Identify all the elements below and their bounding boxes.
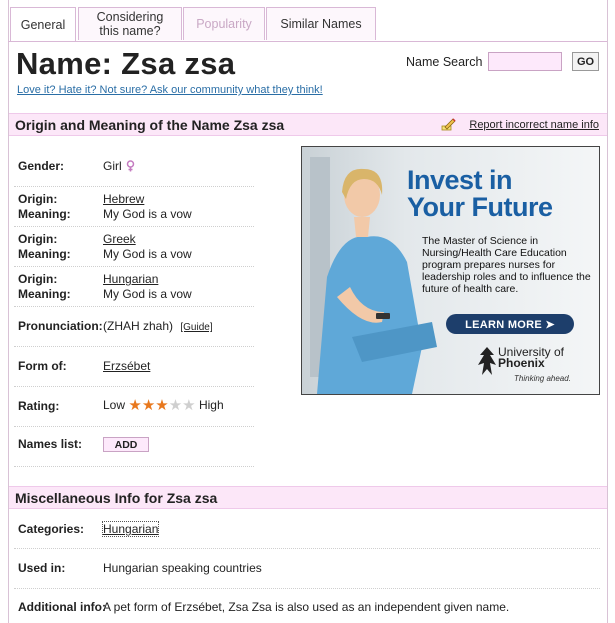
pronunciation-label: Pronunciation: xyxy=(18,319,103,333)
gender-label: Gender: xyxy=(18,159,65,173)
community-link[interactable]: Love it? Hate it? Not sure? Ask our comm… xyxy=(17,84,323,96)
meaning-label: Meaning: xyxy=(18,207,71,221)
meaning-value: My God is a vow xyxy=(103,247,192,261)
report-incorrect-link[interactable]: Report incorrect name info xyxy=(469,119,599,131)
rating-high-label: High xyxy=(198,398,224,412)
tab-considering[interactable]: Considering this name? xyxy=(78,7,182,40)
ad-headline: Invest in Your Future xyxy=(407,167,553,221)
origin-link-hebrew[interactable]: Hebrew xyxy=(103,192,144,206)
meaning-label: Meaning: xyxy=(18,287,71,301)
form-of-label: Form of: xyxy=(18,359,67,373)
names-list-label: Names list: xyxy=(18,437,83,451)
tab-considering-label: Considering this name? xyxy=(96,10,164,38)
additional-info-row: Additional info: A pet form of Erzsébet,… xyxy=(14,588,600,622)
female-icon xyxy=(126,160,134,172)
tab-popularity-label: Popularity xyxy=(196,17,252,31)
used-in-value: Hungarian speaking countries xyxy=(103,561,262,575)
rating-low-label: Low xyxy=(103,398,126,412)
go-button[interactable]: GO xyxy=(572,52,599,71)
misc-section-header: Miscellaneous Info for Zsa zsa xyxy=(9,486,607,509)
star-empty-icon[interactable]: ★ xyxy=(182,398,195,413)
pronunciation-value: (ZHAH zhah) xyxy=(103,319,174,333)
add-to-list-button[interactable]: ADD xyxy=(103,437,149,452)
tab-similar-names[interactable]: Similar Names xyxy=(266,7,376,40)
origin-link-greek[interactable]: Greek xyxy=(103,232,136,246)
tab-general[interactable]: General xyxy=(10,7,76,41)
origin-section-header: Origin and Meaning of the Name Zsa zsa R… xyxy=(9,113,607,136)
meaning-label: Meaning: xyxy=(18,247,71,261)
gender-value: Girl xyxy=(103,159,122,173)
pencil-icon xyxy=(441,118,456,131)
gender-row: Gender: Girl xyxy=(14,146,254,187)
gender-value-wrap: Girl xyxy=(103,159,135,173)
origin-label: Origin: xyxy=(18,192,58,206)
star-filled-icon[interactable]: ★ xyxy=(155,398,168,413)
categories-label: Categories: xyxy=(18,522,85,536)
ad-body: The Master of Science in Nursing/Health … xyxy=(422,235,591,295)
star-empty-icon[interactable]: ★ xyxy=(169,398,182,413)
ad-headline-1: Invest in xyxy=(407,165,513,195)
used-in-row: Used in: Hungarian speaking countries xyxy=(14,548,600,589)
ad-brand-2: Phoenix xyxy=(498,356,545,370)
categories-row: Categories: Hungarian xyxy=(14,510,600,549)
learn-more-button[interactable]: LEARN MORE ➤ xyxy=(446,314,574,334)
meaning-value: My God is a vow xyxy=(103,207,192,221)
origin-row-1: Origin: Hebrew Meaning: My God is a vow xyxy=(14,186,254,227)
ad-tagline: Thinking ahead. xyxy=(514,374,571,383)
misc-section-title: Miscellaneous Info for Zsa zsa xyxy=(15,490,218,506)
tab-popularity[interactable]: Popularity xyxy=(183,7,265,40)
used-in-label: Used in: xyxy=(18,561,66,575)
star-filled-icon[interactable]: ★ xyxy=(128,398,141,413)
rating-stars[interactable]: ★★★★★ xyxy=(128,398,195,413)
origin-label: Origin: xyxy=(18,272,58,286)
additional-info-value: A pet form of Erzsébet, Zsa Zsa is also … xyxy=(103,600,510,614)
form-of-row: Form of: Erzsébet xyxy=(14,346,254,387)
ad-brand: University of Phoenix xyxy=(498,346,564,370)
tab-bar: General Considering this name? Popularit… xyxy=(8,7,607,42)
pronunciation-row: Pronunciation: (ZHAH zhah) [Guide] xyxy=(14,306,254,347)
name-search-input[interactable] xyxy=(488,52,562,71)
page-title: Name: Zsa zsa xyxy=(16,46,236,81)
rating-label: Rating: xyxy=(18,399,60,413)
meaning-value: My God is a vow xyxy=(103,287,192,301)
rating-row: Rating: Low ★★★★★ High xyxy=(14,386,254,427)
origin-link-hungarian[interactable]: Hungarian xyxy=(103,272,158,286)
origin-section-title: Origin and Meaning of the Name Zsa zsa xyxy=(15,117,285,133)
categories-link[interactable]: Hungarian xyxy=(101,521,160,537)
form-of-link[interactable]: Erzsébet xyxy=(103,359,150,373)
pronunciation-value-wrap: (ZHAH zhah) [Guide] xyxy=(103,319,213,333)
names-list-row: Names list: ADD xyxy=(14,426,254,467)
ad-headline-2: Your Future xyxy=(407,192,553,222)
star-filled-icon[interactable]: ★ xyxy=(142,398,155,413)
rating-value: Low ★★★★★ High xyxy=(103,398,224,413)
additional-info-label: Additional info: xyxy=(18,600,106,614)
origin-row-3: Origin: Hungarian Meaning: My God is a v… xyxy=(14,266,254,307)
search-label: Name Search xyxy=(406,55,483,69)
phoenix-logo-icon xyxy=(478,347,496,375)
tab-general-label: General xyxy=(20,17,66,32)
origin-label: Origin: xyxy=(18,232,58,246)
guide-link[interactable]: [Guide] xyxy=(180,322,212,333)
origin-row-2: Origin: Greek Meaning: My God is a vow xyxy=(14,226,254,267)
tab-similar-names-label: Similar Names xyxy=(280,17,362,31)
advertisement[interactable]: Invest in Your Future The Master of Scien… xyxy=(301,146,600,395)
